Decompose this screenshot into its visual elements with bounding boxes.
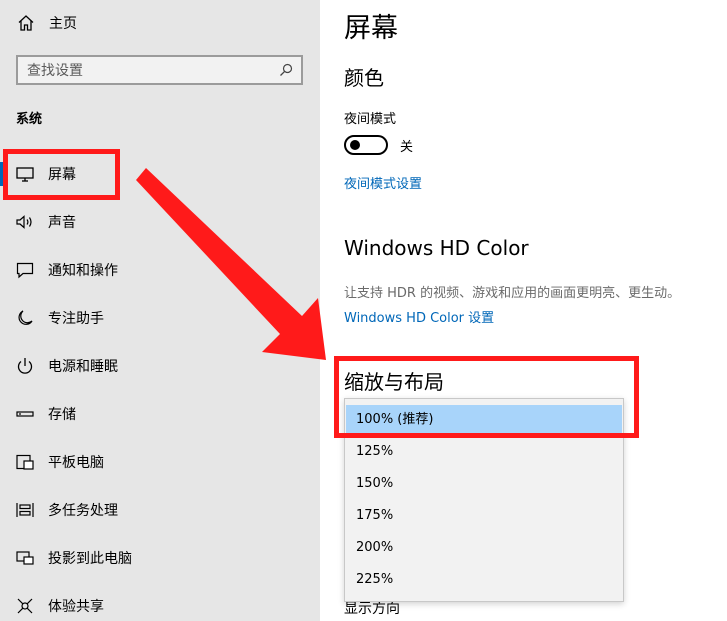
sidebar-item-storage[interactable]: 存储	[0, 390, 320, 438]
night-mode-toggle[interactable]	[344, 135, 388, 155]
moon-icon	[18, 310, 33, 325]
search-icon[interactable]	[279, 63, 293, 77]
sidebar: 主页 查找设置 系统 屏幕 声音 通知和操作 专注助手 电源和睡眠 存储 平板电…	[0, 0, 320, 621]
sidebar-item-sound[interactable]: 声音	[0, 198, 320, 246]
sidebar-item-label: 多任务处理	[48, 503, 118, 519]
home-label: 主页	[49, 16, 77, 32]
power-icon	[17, 358, 33, 374]
sidebar-item-label: 平板电脑	[48, 455, 104, 471]
sidebar-item-tablet[interactable]: 平板电脑	[0, 438, 320, 486]
search-input[interactable]: 查找设置	[27, 60, 83, 80]
tablet-icon	[16, 454, 34, 470]
message-icon	[16, 262, 34, 279]
multitask-icon	[16, 503, 34, 517]
sidebar-item-label: 投影到此电脑	[48, 551, 132, 567]
sidebar-item-notifications[interactable]: 通知和操作	[0, 246, 320, 294]
sidebar-item-focus-assist[interactable]: 专注助手	[0, 294, 320, 342]
speaker-icon	[16, 215, 32, 229]
hd-color-description: 让支持 HDR 的视频、游戏和应用的画面更明亮、更生动。	[344, 286, 681, 301]
search-box[interactable]: 查找设置	[16, 55, 303, 85]
section-title-system: 系统	[16, 112, 43, 127]
home-link[interactable]: 主页	[16, 12, 77, 34]
night-mode-state: 关	[400, 139, 414, 155]
sidebar-item-shared-experiences[interactable]: 体验共享	[0, 582, 320, 621]
page-title: 屏幕	[344, 13, 398, 44]
sidebar-item-label: 专注助手	[48, 311, 104, 327]
sidebar-item-power[interactable]: 电源和睡眠	[0, 342, 320, 390]
night-mode-label: 夜间模式	[344, 112, 397, 127]
storage-icon	[16, 411, 34, 417]
sidebar-item-label: 声音	[48, 215, 76, 231]
sidebar-item-label: 电源和睡眠	[48, 359, 118, 375]
home-icon	[18, 15, 34, 31]
scale-option-150[interactable]: 150%	[346, 469, 622, 499]
scale-option-225[interactable]: 225%	[346, 565, 622, 595]
night-mode-toggle-row: 关	[344, 135, 413, 155]
scale-option-125[interactable]: 125%	[346, 437, 622, 467]
main-content: 屏幕 颜色 夜间模式 关 夜间模式设置 Windows HD Color 让支持…	[320, 0, 727, 621]
color-heading: 颜色	[344, 66, 384, 90]
sidebar-item-label: 存储	[48, 407, 76, 423]
sidebar-item-multitasking[interactable]: 多任务处理	[0, 486, 320, 534]
scale-option-200[interactable]: 200%	[346, 533, 622, 563]
highlight-box-scale	[334, 356, 639, 438]
sidebar-item-label: 体验共享	[48, 599, 104, 615]
projection-icon	[16, 551, 34, 565]
sidebar-item-project-to-pc[interactable]: 投影到此电脑	[0, 534, 320, 582]
hd-color-heading: Windows HD Color	[344, 236, 529, 260]
scale-option-175[interactable]: 175%	[346, 501, 622, 531]
highlight-box-display	[3, 149, 120, 200]
night-mode-settings-link[interactable]: 夜间模式设置	[344, 173, 422, 192]
hd-color-settings-link[interactable]: Windows HD Color 设置	[344, 307, 494, 326]
share-icon	[17, 598, 33, 614]
sidebar-item-label: 通知和操作	[48, 263, 118, 279]
toggle-knob	[350, 140, 360, 150]
